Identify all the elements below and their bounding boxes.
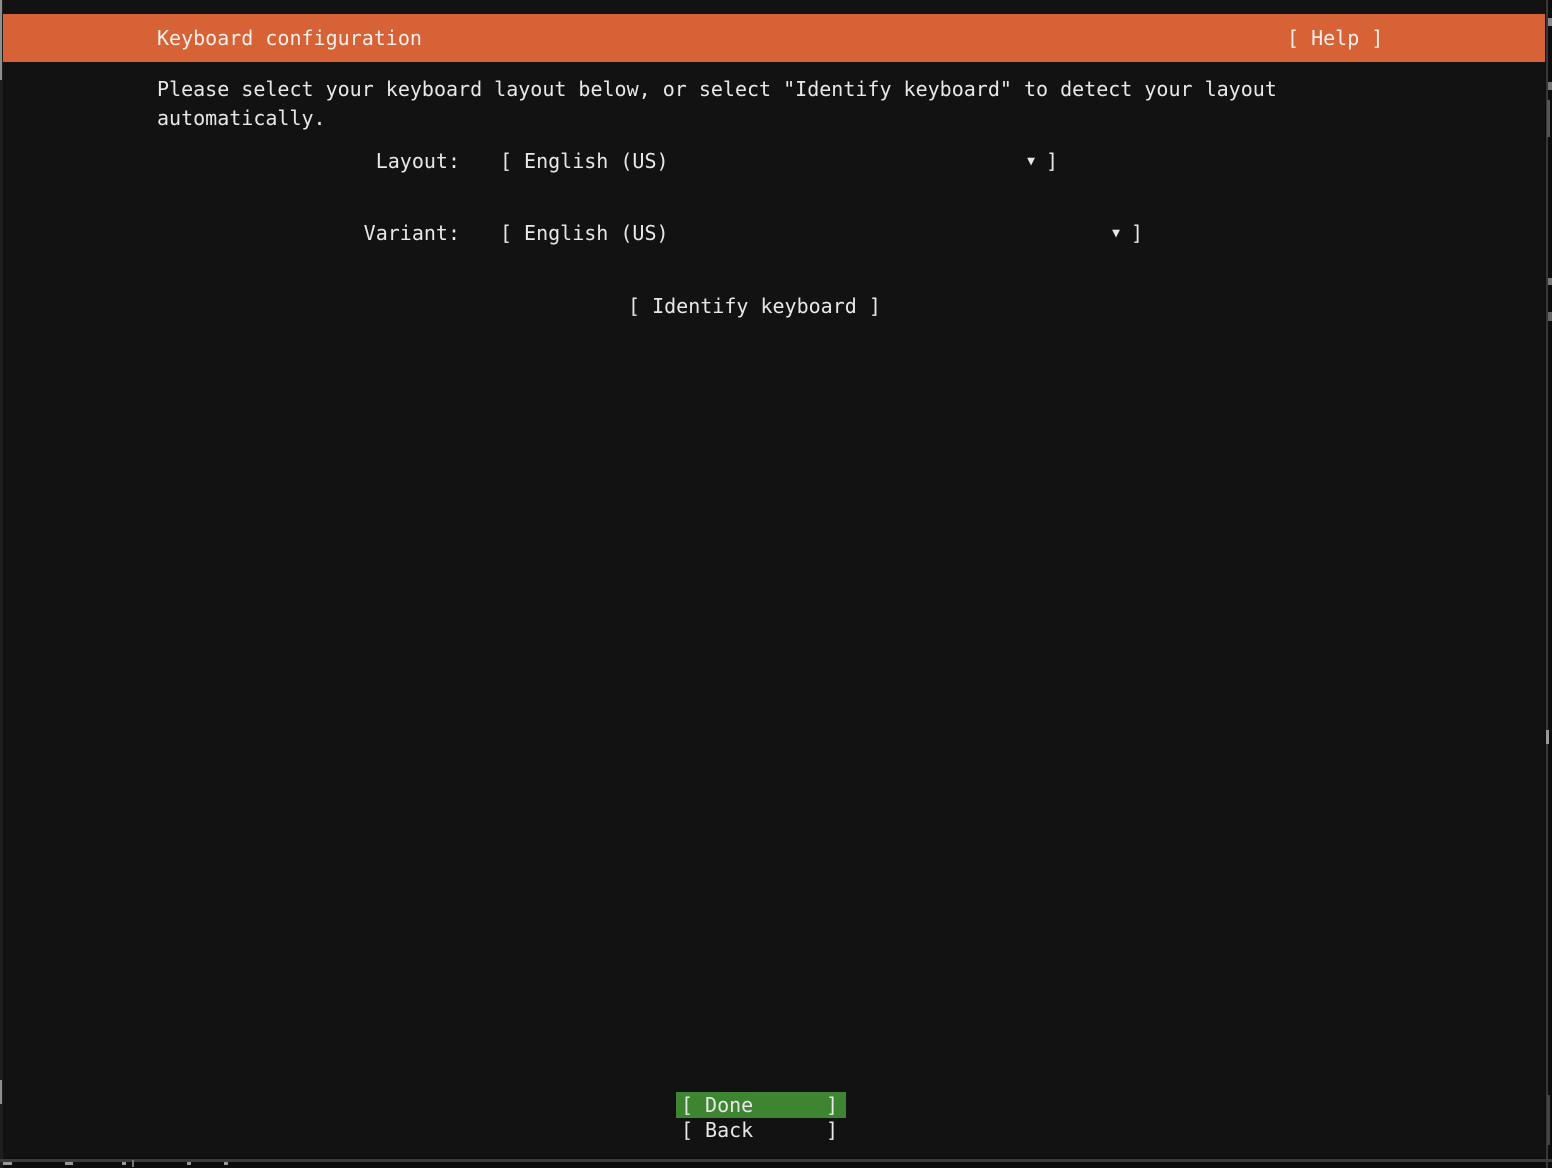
done-button-label: Done	[705, 1093, 753, 1117]
close-bracket: ]	[1131, 221, 1143, 245]
clipped-glyph-artifact	[224, 1162, 228, 1165]
layout-dropdown[interactable]: [ English (US) ▼ ]	[500, 149, 1058, 173]
clipped-glyph-artifact	[1548, 312, 1552, 321]
open-bracket: [	[681, 1118, 693, 1142]
layout-label: Layout:	[290, 149, 460, 173]
variant-dropdown[interactable]: [ English (US) ▼ ]	[500, 221, 1143, 245]
left-edge-border	[0, 0, 3, 1168]
clipped-glyph-artifact	[1547, 100, 1550, 137]
left-edge-highlight-top	[0, 0, 2, 80]
clipped-glyph-artifact	[122, 1162, 126, 1165]
close-bracket: ]	[826, 1118, 838, 1142]
clipped-glyph-artifact	[1547, 1095, 1550, 1145]
right-edge-border	[1546, 0, 1548, 1168]
close-bracket: ]	[826, 1093, 838, 1117]
clipped-glyph-artifact	[1548, 82, 1552, 90]
header-bar: Keyboard configuration [ Help ]	[0, 14, 1545, 62]
clipped-glyph-artifact	[132, 1160, 134, 1167]
clipped-glyph-artifact	[1546, 730, 1549, 744]
intro-text-line1: Please select your keyboard layout below…	[157, 77, 1277, 101]
open-bracket: [	[681, 1093, 693, 1117]
clipped-glyph-artifact	[1548, 278, 1552, 285]
clipped-glyph-artifact	[65, 1162, 73, 1165]
clipped-glyph-artifact	[1548, 18, 1552, 26]
installer-screen: Keyboard configuration [ Help ] Please s…	[0, 0, 1545, 1158]
open-bracket: [	[500, 221, 512, 245]
help-button[interactable]: [ Help ]	[1287, 26, 1383, 50]
done-button[interactable]: [ Done ]	[676, 1092, 846, 1118]
chevron-down-icon: ▼	[1027, 150, 1035, 174]
back-button-label: Back	[705, 1118, 753, 1142]
chevron-down-icon: ▼	[1112, 222, 1120, 246]
intro-text-line2: automatically.	[157, 106, 326, 130]
back-button[interactable]: [ Back ]	[676, 1118, 846, 1142]
variant-label: Variant:	[290, 221, 460, 245]
clipped-glyph-artifact	[3, 1162, 12, 1165]
bottom-edge-border	[0, 1159, 1552, 1162]
layout-value: English (US)	[524, 149, 669, 173]
variant-value: English (US)	[524, 221, 669, 245]
left-edge-highlight-bottom	[0, 1080, 2, 1104]
identify-keyboard-button[interactable]: [ Identify keyboard ]	[628, 294, 881, 318]
close-bracket: ]	[1046, 149, 1058, 173]
clipped-glyph-artifact	[187, 1162, 191, 1165]
open-bracket: [	[500, 149, 512, 173]
page-title: Keyboard configuration	[157, 26, 422, 50]
